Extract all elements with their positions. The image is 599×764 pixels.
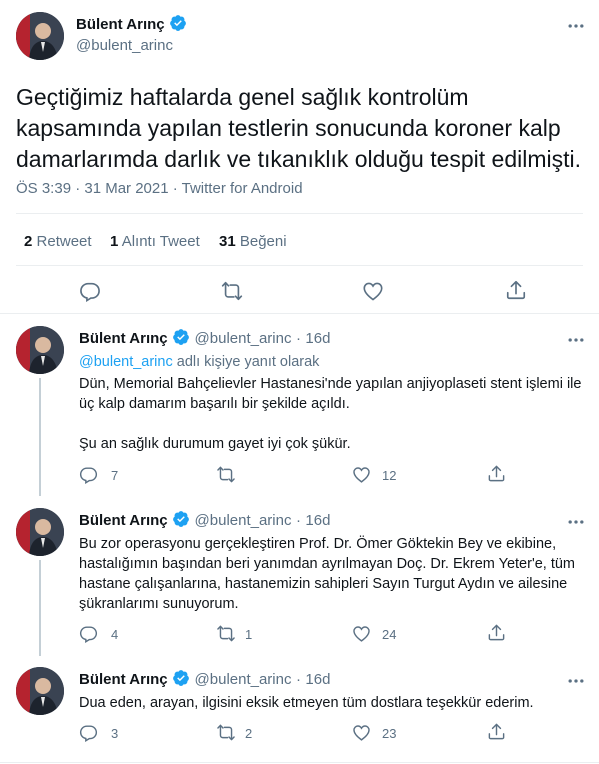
reply-text: Şu an sağlık durumum gayet iyi çok şükür…	[79, 436, 351, 452]
like-icon[interactable]	[362, 280, 384, 302]
author-handle[interactable]: @bulent_arinc	[76, 37, 173, 54]
timestamp[interactable]: 16d	[305, 671, 330, 688]
author-name[interactable]: Bülent Arınç	[79, 330, 168, 347]
retweet-label: Retweet	[36, 233, 92, 250]
reply-text: Dua eden, arayan, ilgisini eksik etmeyen…	[79, 695, 534, 711]
retweet-icon[interactable]	[216, 723, 236, 742]
like-stat[interactable]: 31 Beğeni	[219, 233, 287, 250]
reply-count: 7	[111, 468, 119, 483]
thread-line	[39, 378, 41, 496]
separator: ·	[295, 671, 301, 688]
author-name[interactable]: Bülent Arınç	[76, 16, 165, 33]
retweet-count: 2	[245, 726, 253, 741]
more-options-icon[interactable]	[566, 330, 586, 350]
tweet-text: Geçtiğimiz haftalarda genel sağlık kontr…	[16, 84, 582, 172]
more-options-icon[interactable]	[566, 671, 586, 691]
divider	[0, 762, 599, 763]
retweet-stat[interactable]: 2 Retweet	[24, 233, 92, 250]
reply-header: Bülent Arınç @bulent_arinc · 16d	[79, 328, 330, 348]
reply-text: Bu zor operasyonu gerçekleştiren Prof. D…	[79, 536, 576, 612]
retweet-count: 2	[24, 233, 33, 250]
retweet-icon[interactable]	[216, 465, 236, 484]
reply-to-handle[interactable]: @bulent_arinc	[79, 354, 173, 370]
quote-count: 1	[110, 233, 119, 250]
reply-text: Dün, Memorial Bahçelievler Hastanesi'nde…	[79, 376, 582, 412]
separator: ·	[295, 330, 301, 347]
divider	[16, 213, 583, 214]
avatar[interactable]	[16, 12, 64, 60]
timestamp[interactable]: 16d	[305, 330, 330, 347]
main-author: Bülent Arınç	[76, 14, 187, 34]
like-count: 12	[382, 468, 397, 483]
quote-stat[interactable]: 1 Alıntı Tweet	[110, 233, 200, 250]
author-name[interactable]: Bülent Arınç	[79, 671, 168, 688]
reply-to-suffix: adlı kişiye yanıt olarak	[176, 354, 320, 370]
thread-line	[39, 560, 41, 656]
divider	[0, 313, 599, 314]
share-icon[interactable]	[487, 722, 506, 741]
verified-badge-icon	[172, 669, 190, 687]
more-options-icon[interactable]	[566, 512, 586, 532]
divider	[16, 265, 583, 266]
separator: ·	[295, 512, 301, 529]
verified-badge-icon	[169, 14, 187, 32]
retweet-icon[interactable]	[220, 280, 244, 302]
tweet-meta[interactable]: ÖS 3:39 · 31 Mar 2021 · Twitter for Andr…	[16, 180, 303, 197]
like-count: 23	[382, 726, 397, 741]
reply-icon[interactable]	[79, 723, 98, 742]
like-count: 24	[382, 627, 397, 642]
retweet-icon[interactable]	[216, 624, 236, 643]
author-handle[interactable]: @bulent_arinc	[195, 512, 292, 529]
reply-header: Bülent Arınç @bulent_arinc · 16d	[79, 510, 330, 530]
reply-context: @bulent_arinc adlı kişiye yanıt olarak	[79, 352, 584, 372]
share-icon[interactable]	[487, 464, 506, 483]
reply-count: 4	[111, 627, 119, 642]
like-icon[interactable]	[352, 624, 371, 643]
like-icon[interactable]	[352, 465, 371, 484]
quote-label: Alıntı Tweet	[121, 233, 200, 250]
like-icon[interactable]	[352, 723, 371, 742]
more-options-icon[interactable]	[566, 16, 586, 36]
timestamp[interactable]: 16d	[305, 512, 330, 529]
avatar[interactable]	[16, 667, 64, 715]
retweet-count: 1	[245, 627, 253, 642]
share-icon[interactable]	[505, 279, 527, 301]
avatar[interactable]	[16, 326, 64, 374]
author-name[interactable]: Bülent Arınç	[79, 512, 168, 529]
avatar[interactable]	[16, 508, 64, 556]
reply-count: 3	[111, 726, 119, 741]
reply-icon[interactable]	[79, 624, 98, 643]
reply-icon[interactable]	[79, 280, 101, 302]
share-icon[interactable]	[487, 623, 506, 642]
like-label: Beğeni	[239, 233, 287, 250]
verified-badge-icon	[172, 328, 190, 346]
author-handle[interactable]: @bulent_arinc	[195, 671, 292, 688]
reply-icon[interactable]	[79, 465, 98, 484]
reply-header: Bülent Arınç @bulent_arinc · 16d	[79, 669, 330, 689]
author-handle[interactable]: @bulent_arinc	[195, 330, 292, 347]
like-count: 31	[219, 233, 236, 250]
verified-badge-icon	[172, 510, 190, 528]
